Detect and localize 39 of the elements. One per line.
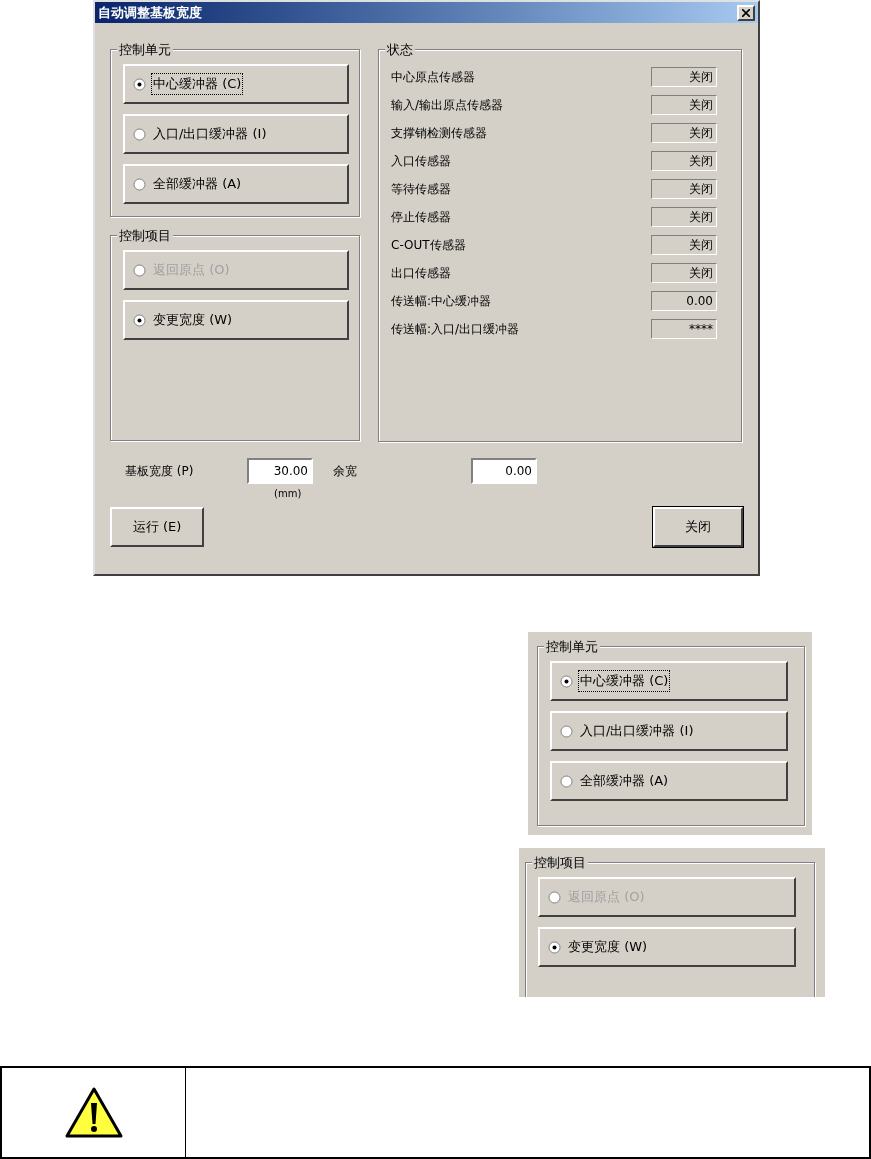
run-button[interactable]: 运行 (E)	[110, 507, 204, 547]
status-value: 关闭	[651, 95, 717, 115]
status-value: 关闭	[651, 207, 717, 227]
sensor-label: 中心原点传感器	[391, 69, 475, 86]
unit-label: (mm)	[274, 487, 302, 501]
radio-button[interactable]: 全部缓冲器 (A)	[550, 761, 788, 801]
sensor-label: 出口传感器	[391, 265, 451, 282]
field-label: 基板宽度 (P)	[125, 463, 195, 480]
radio-button[interactable]: 入口/出口缓冲器 (I)	[550, 711, 788, 751]
close-dialog-button[interactable]: 关闭	[653, 507, 743, 547]
status-value: 关闭	[651, 151, 717, 171]
window-title: 自动调整基板宽度	[98, 3, 202, 22]
sensor-label: 传送幅:入口/出口缓冲器	[391, 321, 520, 338]
status-value: 0.00	[651, 291, 717, 311]
status-value: 关闭	[651, 235, 717, 255]
sensor-label: 停止传感器	[391, 209, 451, 226]
sensor-label: 传送幅:中心缓冲器	[391, 293, 492, 310]
status-value: 关闭	[651, 263, 717, 283]
margin-field[interactable]: 0.00	[471, 458, 537, 484]
status-value: ****	[651, 319, 717, 339]
sensor-label: 支撑销检测传感器	[391, 125, 487, 142]
sensor-label: 输入/输出原点传感器	[391, 97, 504, 114]
radio-button[interactable]: 中心缓冲器 (C)	[550, 661, 788, 701]
radio-button[interactable]: 全部缓冲器 (A)	[123, 164, 349, 204]
sensor-label: 入口传感器	[391, 153, 451, 170]
close-icon	[742, 8, 750, 17]
radio-button[interactable]: 变更宽度 (W)	[538, 927, 796, 967]
status-value: 关闭	[651, 123, 717, 143]
close-button[interactable]	[737, 4, 755, 21]
board-width-field[interactable]: 30.00	[247, 458, 313, 484]
radio-button[interactable]: 入口/出口缓冲器 (I)	[123, 114, 349, 154]
sensor-label: C-OUT传感器	[391, 237, 466, 254]
radio-button[interactable]: 变更宽度 (W)	[123, 300, 349, 340]
sensor-label: 等待传感器	[391, 181, 451, 198]
field-label: 余宽	[333, 463, 358, 480]
status-value: 关闭	[651, 179, 717, 199]
radio-button[interactable]: 中心缓冲器 (C)	[123, 64, 349, 104]
warning-icon	[63, 1085, 124, 1140]
status-value: 关闭	[651, 67, 717, 87]
